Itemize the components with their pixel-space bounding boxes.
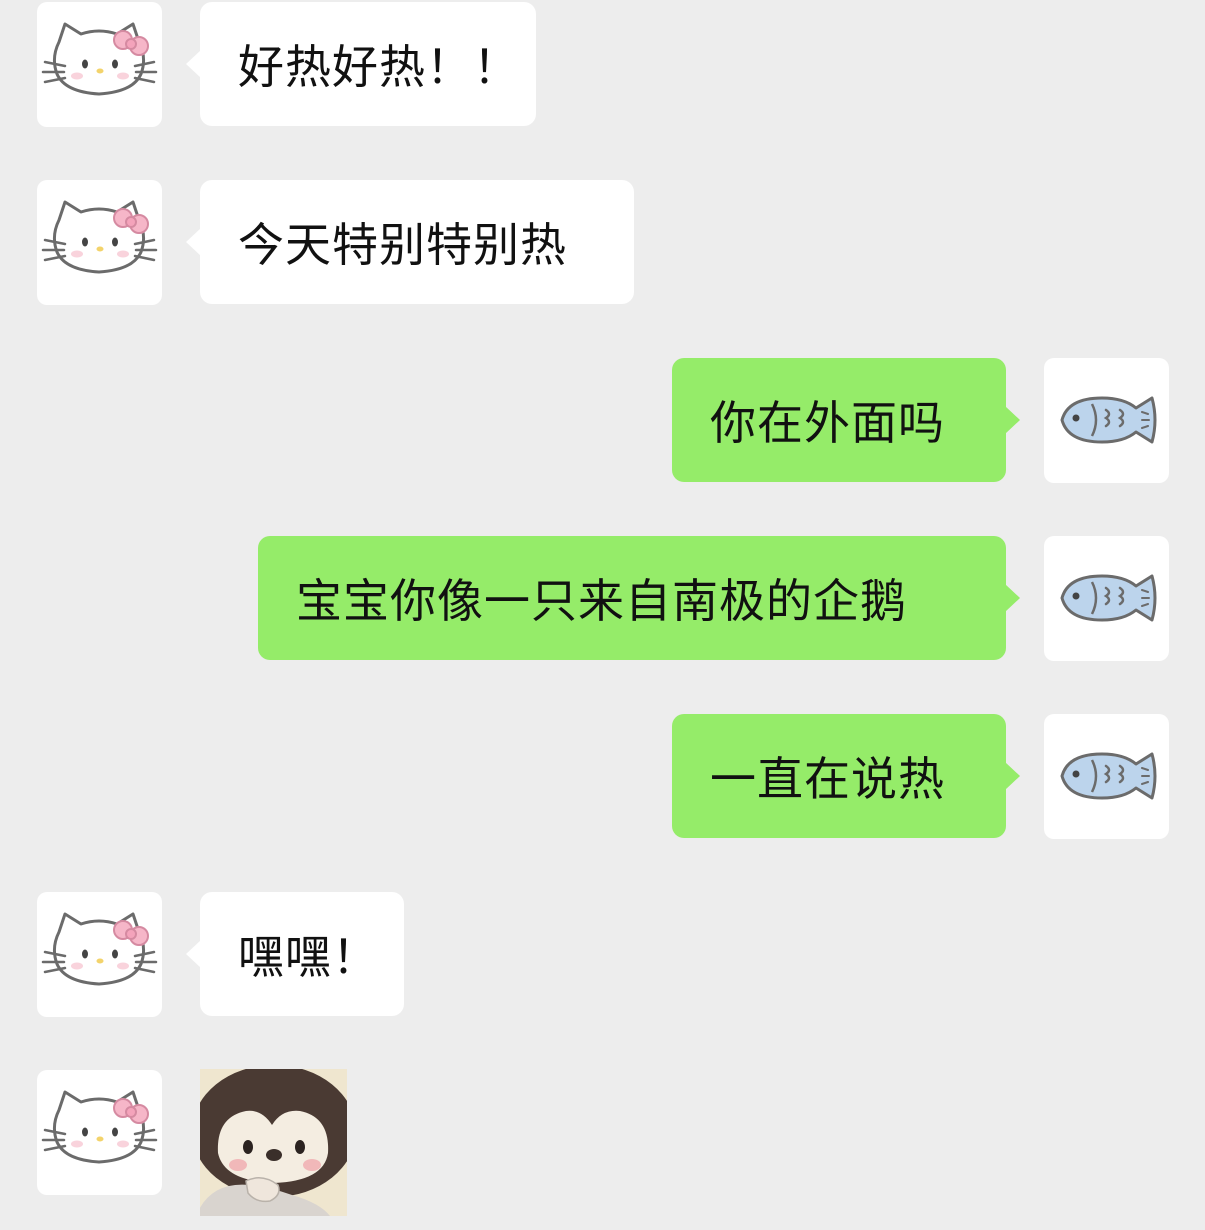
hello-kitty-icon: [41, 200, 158, 274]
message-bubble-incoming[interactable]: 今天特别特别热: [186, 180, 634, 304]
message-text: 宝宝你像一只来自南极的企鹅: [296, 574, 907, 628]
fish-icon: [1060, 752, 1157, 800]
message-text: 今天特别特别热: [238, 218, 567, 272]
message-bubble-incoming[interactable]: 好热好热！！: [186, 2, 536, 126]
message-bubble-outgoing[interactable]: 一直在说热: [672, 714, 1020, 838]
message-text: 一直在说热: [710, 752, 945, 806]
hello-kitty-icon: [41, 1090, 158, 1164]
contact-avatar[interactable]: [37, 892, 162, 1017]
penguin-sticker: [200, 1069, 347, 1216]
hello-kitty-icon: [41, 912, 158, 986]
self-avatar[interactable]: [1044, 358, 1169, 483]
sticker-message[interactable]: [200, 1069, 347, 1216]
message-bubble-outgoing[interactable]: 宝宝你像一只来自南极的企鹅: [258, 536, 1020, 660]
message-text: 嘿嘿！: [238, 930, 379, 984]
fish-icon: [1060, 574, 1157, 622]
message-bubble-incoming[interactable]: 嘿嘿！: [186, 892, 404, 1016]
contact-avatar[interactable]: [37, 1070, 162, 1195]
hello-kitty-icon: [41, 22, 158, 96]
fish-icon: [1060, 396, 1157, 444]
message-text: 你在外面吗: [710, 396, 945, 450]
contact-avatar[interactable]: [37, 2, 162, 127]
self-avatar[interactable]: [1044, 714, 1169, 839]
self-avatar[interactable]: [1044, 536, 1169, 661]
message-text: 好热好热！！: [238, 40, 520, 94]
contact-avatar[interactable]: [37, 180, 162, 305]
message-bubble-outgoing[interactable]: 你在外面吗: [672, 358, 1020, 482]
